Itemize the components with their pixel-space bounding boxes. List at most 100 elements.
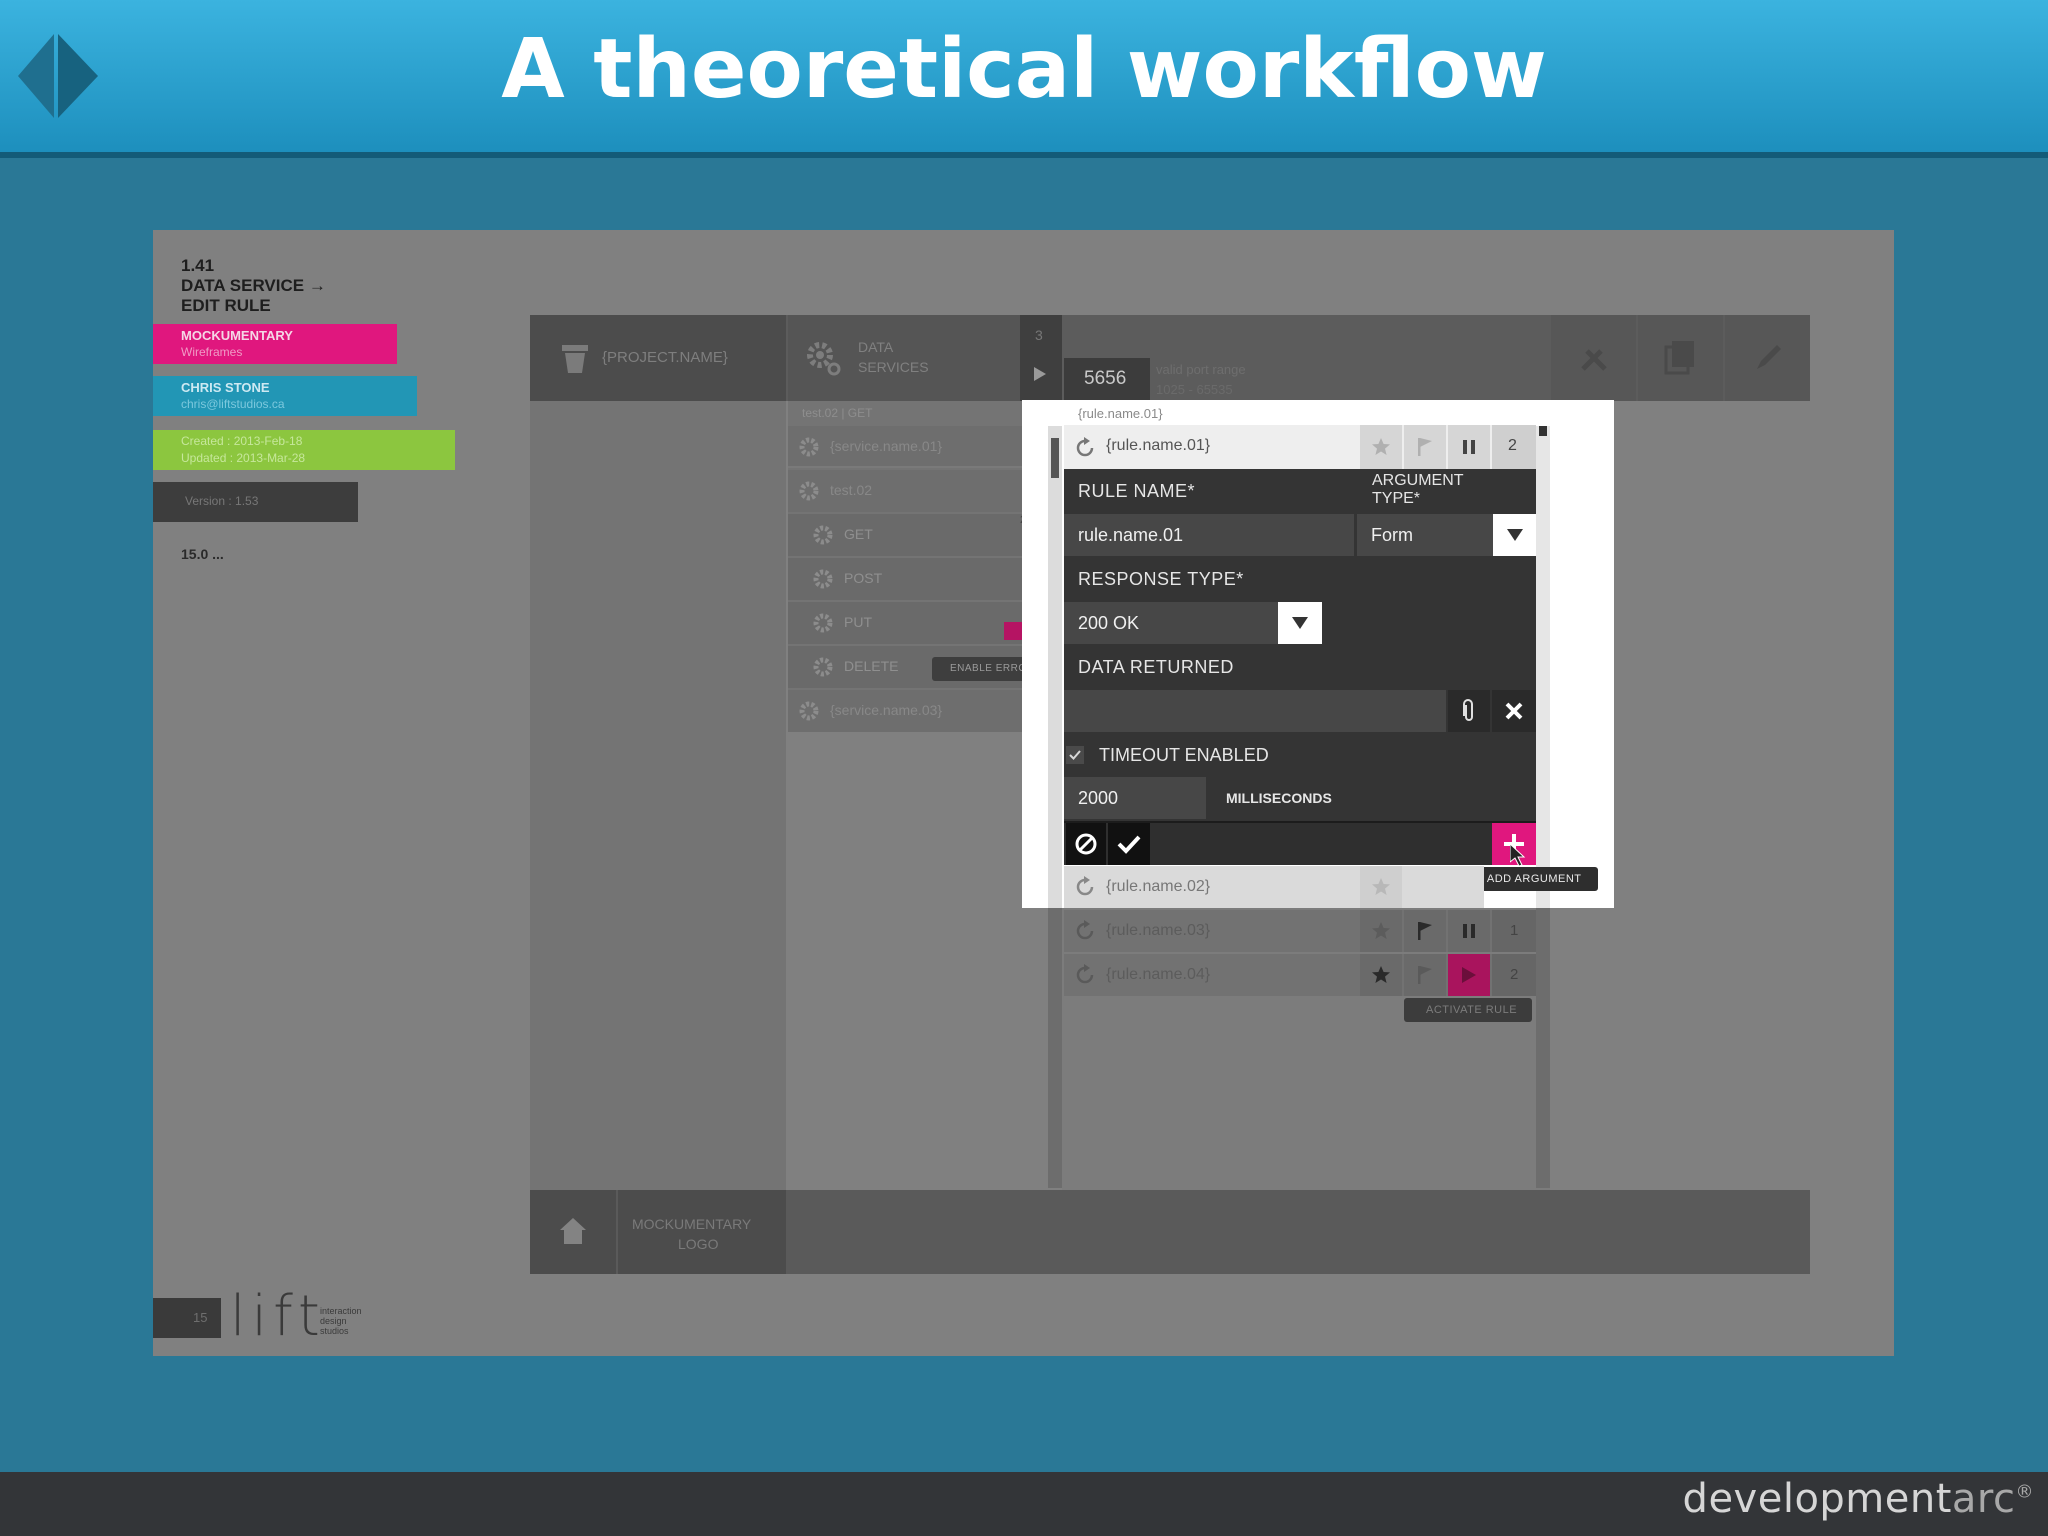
project-nav[interactable]: {PROJECT.NAME} [530,315,786,401]
pause-icon[interactable] [1448,910,1490,952]
page-number-box: 15 [153,1298,221,1338]
pencil-icon-box[interactable] [1725,315,1810,401]
project-tag-sub: Wireframes [181,345,243,359]
gear-icon [798,700,820,727]
rule-row[interactable]: {rule.name.02} [1064,866,1484,908]
timeout-input[interactable]: 2000 [1064,777,1206,819]
service-name: {service.name.03} [830,702,943,718]
flag-icon[interactable] [1404,425,1446,469]
cancel-button[interactable] [1066,823,1106,865]
method-row-get[interactable]: GET [788,514,1050,556]
chevron-down-icon [1292,617,1308,629]
editor-crumb: {rule.name.01} [1078,406,1163,421]
brand-registered: ® [2015,1481,2034,1503]
checkmark-icon [1069,750,1081,760]
lift-tagline-3: studios [320,1326,349,1336]
data-returned-input[interactable] [1064,690,1446,732]
services-breadcrumb: test.02 | GET [802,406,873,420]
paperclip-icon [1463,699,1473,721]
argument-type-select[interactable]: Form [1357,514,1493,556]
tools-icon-box[interactable] [1551,315,1636,401]
activate-rule-tooltip-label: ACTIVATE RULE [1426,1004,1518,1016]
chevron-down-icon [1506,529,1523,541]
method-row-post[interactable]: POST [788,558,1050,600]
argument-type-label-2: TYPE* [1372,490,1421,507]
rule-name: {rule.name.02} [1106,878,1211,895]
copy-icon-box[interactable] [1638,315,1723,401]
argument-type-dropdown-button[interactable] [1493,514,1536,556]
star-icon[interactable] [1360,910,1402,952]
rule-row[interactable]: {rule.name.04} 2 [1064,954,1536,996]
copy-icon [1664,339,1698,380]
response-type-value: 200 OK [1078,613,1140,633]
clear-button[interactable] [1492,690,1536,732]
lift-tagline-2: design [320,1316,347,1326]
screen-title-line1: DATA SERVICE → [181,276,326,295]
gear-icon [812,568,834,595]
brand-logo: developmentarc® [1683,1476,2034,1522]
tools-icon [1579,343,1609,378]
argument-type-label-1: ARGUMENT [1372,472,1464,489]
rule-name: {rule.name.03} [1106,922,1211,939]
method-name: DELETE [844,658,899,674]
data-services-nav[interactable]: DATA SERVICES [788,315,1020,401]
method-row-put[interactable]: PUT [788,602,1050,644]
star-icon[interactable] [1360,954,1402,996]
refresh-icon[interactable] [1074,920,1096,947]
timeout-checkbox[interactable] [1066,746,1084,764]
data-services-line2: SERVICES [858,359,929,375]
home-icon [558,1216,588,1251]
rule-header-row[interactable]: {rule.name.01} 2 [1064,425,1536,469]
refresh-icon[interactable] [1074,437,1096,464]
star-icon[interactable] [1360,866,1402,908]
milliseconds-label: MILLISECONDS [1226,790,1332,806]
project-tag: MOCKUMENTARY Wireframes [153,324,397,364]
version-tag: Version : 1.53 [153,482,358,522]
pause-icon[interactable] [1448,425,1490,469]
slide-title: A theoretical workflow [501,22,1547,117]
rule-row[interactable]: {rule.name.03} 1 [1064,910,1536,952]
service-row[interactable]: {service.name.03} [788,690,1050,732]
play-icon[interactable] [1034,367,1046,386]
flag-icon[interactable] [1404,910,1446,952]
refresh-icon[interactable] [1074,876,1096,903]
footer-logo: MOCKUMENTARY LOGO [618,1190,786,1274]
close-icon [1505,702,1523,720]
rule-count: 2 [1510,966,1519,983]
editor-right-scrollbar[interactable] [1536,426,1550,908]
port-box-top: 5656 [1064,358,1150,400]
editor-left-scrollbar[interactable] [1048,426,1062,908]
response-type-label: RESPONSE TYPE* [1078,569,1244,589]
rule-name-label: RULE NAME* [1078,481,1196,501]
app-sidebar [530,401,786,1190]
response-type-dropdown-button[interactable] [1278,602,1322,644]
gear-icon [806,339,842,382]
rule-count-box: 2 [1492,425,1536,469]
method-name: GET [844,526,873,542]
brand-main: development [1682,1476,1952,1522]
star-icon[interactable] [1360,425,1402,469]
version-label: Version : 1.53 [185,494,259,508]
service-row[interactable]: test.02 [788,470,1050,512]
rule-count: 2 [1508,437,1517,454]
service-row[interactable]: {service.name.01} [788,426,1050,468]
save-button[interactable] [1108,823,1150,865]
flag-icon[interactable] [1404,954,1446,996]
error-mode-flag-icon[interactable] [1004,622,1022,640]
rule-name-input[interactable]: rule.name.01 [1064,514,1354,556]
gear-icon [812,524,834,551]
gear-icon [798,480,820,507]
created-date: Created : 2013-Feb-18 [181,434,303,448]
cancel-icon [1075,833,1097,855]
data-returned-label: DATA RETURNED [1078,657,1234,677]
project-tag-label: MOCKUMENTARY [181,328,293,343]
port-range: 1025 - 65535 [1156,382,1233,397]
footer-logo-line2: LOGO [678,1236,719,1252]
refresh-icon[interactable] [1074,964,1096,991]
play-icon [1462,967,1476,983]
activate-rule-button[interactable] [1448,954,1490,996]
response-type-select[interactable]: 200 OK [1064,602,1278,644]
home-button[interactable] [530,1190,616,1274]
attach-button[interactable] [1448,690,1490,732]
gear-icon [812,612,834,639]
